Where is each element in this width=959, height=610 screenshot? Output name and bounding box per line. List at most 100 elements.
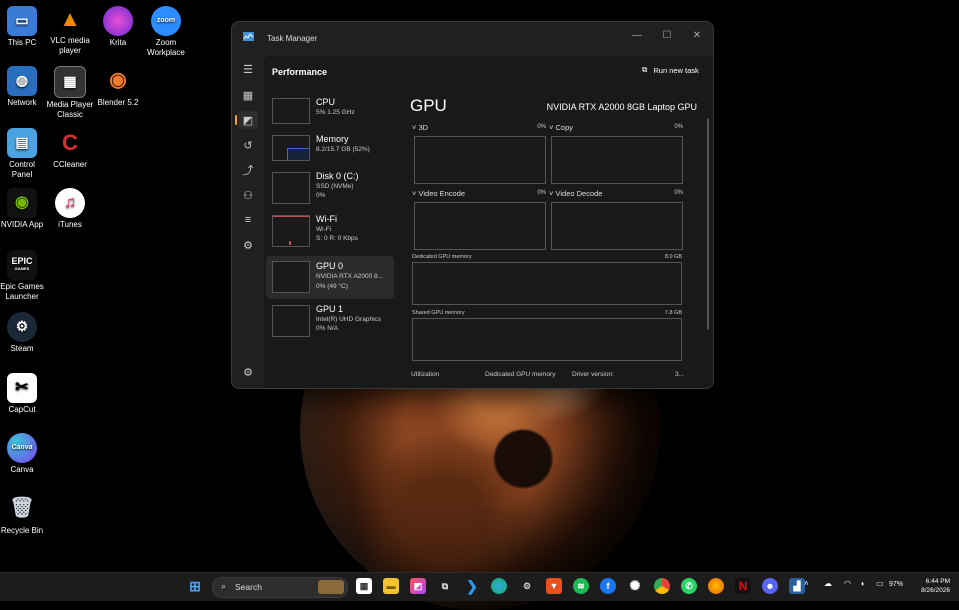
netflix-icon[interactable]: N [735,578,751,594]
nvidia-icon: ◉ [7,188,37,218]
title-bar[interactable]: Task Manager — ☐ ✕ [232,22,713,56]
calendar-widget-icon[interactable]: ▦ [356,578,372,594]
blender-icon: ◉ [109,69,127,92]
gpu1-mini-graph [272,305,310,337]
desktop-icon-control-panel[interactable]: ▤ Control Panel [0,128,46,179]
desktop-icon-label: Epic Games Launcher [0,282,44,301]
search-icon: ⌕ [221,581,227,591]
desktop-icon-steam[interactable]: ⚙ Steam [0,312,46,354]
chrome-icon[interactable] [654,578,670,594]
photos-icon[interactable]: ◩ [410,578,426,594]
desktop-icon-label: Zoom Workplace [147,38,185,57]
processes-icon[interactable]: ▦ [238,86,258,104]
gpu-heading: GPU [410,96,447,115]
desktop-icon-epic[interactable]: EPIC GAMES Epic Games Launcher [0,250,46,301]
settings-icon[interactable]: ⚙ [519,578,535,594]
facebook-icon[interactable]: f [600,578,616,594]
desktop-icon-krita[interactable]: Krita [94,6,142,48]
desktop-icon-label: Canva [10,465,34,474]
device-stat: 5% 1.25 GHz [316,109,355,116]
desktop-icon-label: This PC [7,38,37,47]
file-explorer-icon[interactable]: ▬ [383,578,399,594]
firefox-icon[interactable] [708,578,724,594]
desktop-icon-itunes[interactable]: ♫ iTunes [46,188,94,230]
clock-time: 6:44 PM [925,578,950,585]
desktop-icon-capcut[interactable]: ✂ CapCut [0,373,46,415]
brave-icon[interactable]: ▼ [546,578,562,594]
device-name: Wi-Fi [316,214,337,224]
windows-start-icon[interactable]: ⊞ [187,578,203,594]
battery-icon[interactable]: ▭ [876,579,884,588]
desktop-icon-ccleaner[interactable]: C CCleaner [46,128,94,170]
device-item-wifi[interactable]: Wi-Fi Wi-Fi S: 0 R: 0 Kbps [266,213,394,253]
device-name: GPU 1 [316,304,344,314]
gpu-model-name: NVIDIA RTX A2000 8GB Laptop GPU [546,102,697,112]
device-stat: S: 0 R: 0 Kbps [316,235,358,242]
run-new-task-button[interactable]: ⧉ Run new task [642,65,699,75]
device-stat: 0% N/A [316,325,339,332]
battery-percent: 97% [889,581,904,588]
page-title: Performance [272,67,328,77]
engine-label[interactable]: ˅ 3D [412,123,428,132]
desktop-icon-label: CCleaner [53,160,87,169]
startup-apps-icon[interactable]: ⤴ [238,161,258,179]
device-item-disk[interactable]: Disk 0 (C:) SSD (NVMe) 0% [266,170,394,210]
performance-icon[interactable]: ◩ [235,111,258,129]
desktop-icon-mpc[interactable]: ▦ Media Player Classic [46,66,94,119]
desktop-icon-nvidia[interactable]: ◉ NVIDIA App [0,188,46,230]
task-manager-taskbar-icon[interactable]: ▟ [789,578,805,594]
users-icon[interactable]: ⚇ [238,186,258,204]
desktop-icon-this-pc[interactable]: ▭ This PC [0,6,46,48]
services-icon[interactable]: ⚙ [238,236,258,254]
device-item-memory[interactable]: Memory 8.2/15.7 GB (52%) [266,133,394,173]
device-stat: SSD (NVMe) [316,183,354,190]
device-stat: Wi-Fi [316,226,332,233]
system-clock[interactable]: 6:44 PM 8/26/2026 [904,577,950,595]
edge-icon[interactable] [491,578,507,594]
engine-label[interactable]: ˅ Copy [549,123,573,132]
vscode-icon[interactable]: ❯ [464,578,480,594]
volume-icon[interactable]: ◖ [860,579,865,588]
discord-icon[interactable]: ☻ [762,578,778,594]
wifi-icon[interactable]: ◠ [844,579,851,588]
details-icon[interactable]: ≡ [238,211,258,229]
device-item-gpu1[interactable]: GPU 1 Intel(R) UHD Graphics 0% N/A [266,303,394,343]
desktop-icon-label: Network [7,98,37,107]
chevron-up-icon[interactable]: ˄ [804,579,809,588]
engine-graph [414,202,546,250]
run-new-task-label: Run new task [653,65,699,75]
shared-memory-graph: Shared GPU memory 7.8 GB [412,310,682,361]
desktop-icon-canva[interactable]: Canva Canva [0,433,46,475]
app-history-icon[interactable]: ↺ [238,136,258,154]
device-stat: 0% (49 °C) [316,283,348,290]
search-input[interactable]: ⌕ Search [212,577,348,598]
desktop-icon-blender[interactable]: ◉ Blender 5.2 [94,66,142,108]
zoom-icon: zoom [151,6,181,36]
desktop-icon-vlc[interactable]: ▲ VLC media player [46,4,94,55]
desktop-icon-label: iTunes [58,220,82,229]
engine-label[interactable]: ˅ Video Encode [412,189,465,198]
desktop-icon-network[interactable]: ◍ Network [0,66,46,108]
engine-percent: 0% [537,190,546,196]
snipping-tool-icon[interactable]: ⧉ [437,578,453,594]
spotify-icon[interactable]: ≋ [573,578,589,594]
settings-gear-icon[interactable]: ⚙ [238,363,258,381]
engine-name: Video Decode [555,189,603,198]
onedrive-cloud-icon[interactable]: ☁ [824,579,832,588]
desktop-icon-zoom[interactable]: zoom Zoom Workplace [142,6,190,57]
engine-graph-copy: ˅ Copy 0% [549,123,683,184]
device-item-gpu0[interactable]: GPU 0 NVIDIA RTX A2000 8... 0% (49 °C) [266,256,394,299]
device-stat: Intel(R) UHD Graphics [316,316,382,323]
task-manager-app-icon [243,32,254,41]
device-item-cpu[interactable]: CPU 5% 1.25 GHz [266,96,394,136]
close-button[interactable]: ✕ [682,26,712,44]
chatgpt-icon[interactable]: ✺ [627,578,643,594]
desktop-icon-recycle-bin[interactable]: 🗑 Recycle Bin [0,494,46,536]
minimize-button[interactable]: — [622,26,652,44]
whatsapp-icon[interactable]: ✆ [681,578,697,594]
scrollbar[interactable] [707,118,709,330]
maximize-button[interactable]: ☐ [652,26,682,44]
hamburger-menu-icon[interactable]: ☰ [238,60,258,78]
engine-label[interactable]: ˅ Video Decode [549,189,602,198]
device-name: Disk 0 (C:) [316,171,359,181]
